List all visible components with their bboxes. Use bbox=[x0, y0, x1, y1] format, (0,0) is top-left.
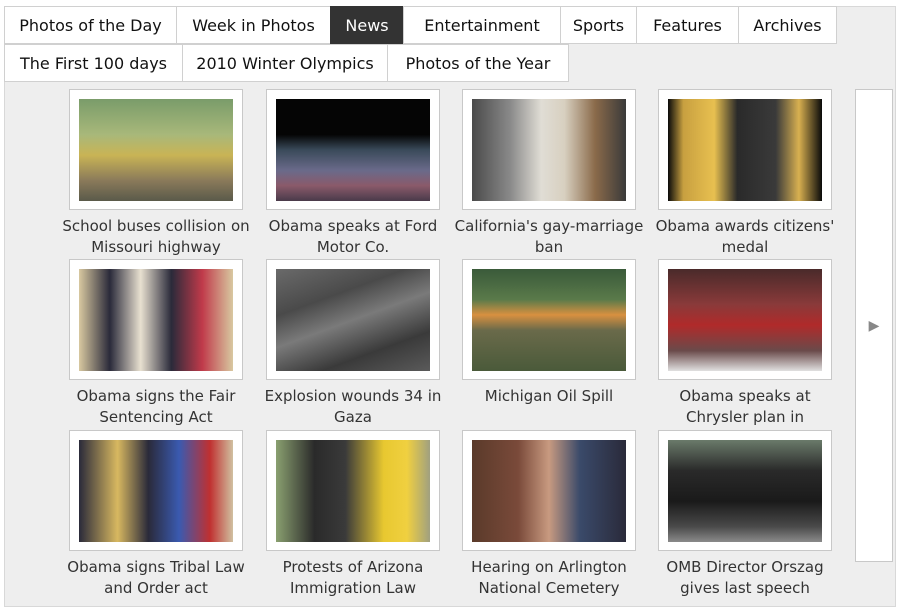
gallery-item: Obama signs the Fair Sentencing Act bbox=[69, 259, 243, 427]
gallery-item: California's gay-marriage ban bbox=[455, 89, 643, 257]
photo-omb-orszag bbox=[668, 440, 822, 542]
gallery-item: Obama speaks at Chrysler plan in bbox=[658, 259, 832, 427]
gallery-caption[interactable]: Michigan Oil Spill bbox=[452, 386, 646, 407]
tab-week-in-photos[interactable]: Week in Photos bbox=[176, 6, 331, 44]
gallery-caption[interactable]: California's gay-marriage ban bbox=[452, 216, 646, 258]
tab-2010-winter-olympics[interactable]: 2010 Winter Olympics bbox=[182, 44, 388, 82]
tab-sports[interactable]: Sports bbox=[560, 6, 637, 44]
gallery-item: Hearing on Arlington National Cemetery bbox=[462, 430, 636, 598]
tab-first-100-days[interactable]: The First 100 days bbox=[4, 44, 183, 82]
gallery-item: Obama signs Tribal Law and Order act bbox=[67, 430, 245, 598]
gallery-thumbnail[interactable] bbox=[266, 430, 440, 551]
gallery-item: Protests of Arizona Immigration Law bbox=[266, 430, 440, 598]
gallery-item: Michigan Oil Spill bbox=[462, 259, 636, 427]
gallery-caption[interactable]: Obama speaks at Ford Motor Co. bbox=[256, 216, 450, 258]
gallery-thumbnail[interactable] bbox=[69, 259, 243, 380]
gallery-thumbnail[interactable] bbox=[462, 259, 636, 380]
gallery-thumbnail[interactable] bbox=[69, 89, 243, 210]
gallery-thumbnail[interactable] bbox=[462, 89, 636, 210]
gallery-item: Explosion wounds 34 in Gaza bbox=[265, 259, 441, 427]
photo-obama-ford bbox=[276, 99, 430, 201]
chevron-right-icon: ▶ bbox=[868, 317, 880, 334]
gallery-item: Obama speaks at Ford Motor Co. bbox=[266, 89, 440, 257]
gallery-thumbnail[interactable] bbox=[658, 89, 832, 210]
gallery-thumbnail[interactable] bbox=[69, 430, 243, 551]
tabs-row-2: The First 100 days 2010 Winter Olympics … bbox=[4, 44, 569, 82]
gallery-caption[interactable]: OMB Director Orszag gives last speech bbox=[648, 557, 842, 599]
tabs-row-1: Photos of the Day Week in Photos News En… bbox=[4, 6, 837, 44]
tab-photos-of-the-day[interactable]: Photos of the Day bbox=[4, 6, 177, 44]
photo-oil-spill bbox=[472, 269, 626, 371]
photo-tribal-law bbox=[79, 440, 233, 542]
tab-news[interactable]: News bbox=[330, 6, 404, 44]
photo-fair-sentencing bbox=[79, 269, 233, 371]
gallery-thumbnail[interactable] bbox=[658, 430, 832, 551]
gallery-thumbnail[interactable] bbox=[658, 259, 832, 380]
photo-california-ban bbox=[472, 99, 626, 201]
gallery-item: Obama awards citizens' medal bbox=[656, 89, 834, 257]
photo-chrysler bbox=[668, 269, 822, 371]
gallery-thumbnail[interactable] bbox=[266, 89, 440, 210]
tab-photos-of-the-year[interactable]: Photos of the Year bbox=[387, 44, 569, 82]
gallery-caption[interactable]: Obama speaks at Chrysler plan in bbox=[648, 386, 842, 428]
gallery-caption[interactable]: Obama signs Tribal Law and Order act bbox=[59, 557, 253, 599]
photo-arlington-hearing bbox=[472, 440, 626, 542]
photo-gaza-explosion bbox=[276, 269, 430, 371]
photo-school-buses bbox=[79, 99, 233, 201]
gallery-caption[interactable]: School buses collision on Missouri highw… bbox=[59, 216, 253, 258]
gallery-thumbnail[interactable] bbox=[462, 430, 636, 551]
photo-obama-medal bbox=[668, 99, 822, 201]
gallery-caption[interactable]: Hearing on Arlington National Cemetery bbox=[452, 557, 646, 599]
gallery-caption[interactable]: Protests of Arizona Immigration Law bbox=[256, 557, 450, 599]
gallery-thumbnail[interactable] bbox=[266, 259, 440, 380]
tab-features[interactable]: Features bbox=[636, 6, 739, 44]
gallery-caption[interactable]: Obama signs the Fair Sentencing Act bbox=[59, 386, 253, 428]
tab-archives[interactable]: Archives bbox=[738, 6, 837, 44]
tab-entertainment[interactable]: Entertainment bbox=[403, 6, 561, 44]
photo-arizona-protest bbox=[276, 440, 430, 542]
gallery-item: OMB Director Orszag gives last speech bbox=[658, 430, 832, 598]
gallery-caption[interactable]: Explosion wounds 34 in Gaza bbox=[256, 386, 450, 428]
next-page-button[interactable]: ▶ bbox=[855, 89, 893, 562]
gallery-item: School buses collision on Missouri highw… bbox=[62, 89, 250, 257]
gallery-caption[interactable]: Obama awards citizens' medal bbox=[648, 216, 842, 258]
